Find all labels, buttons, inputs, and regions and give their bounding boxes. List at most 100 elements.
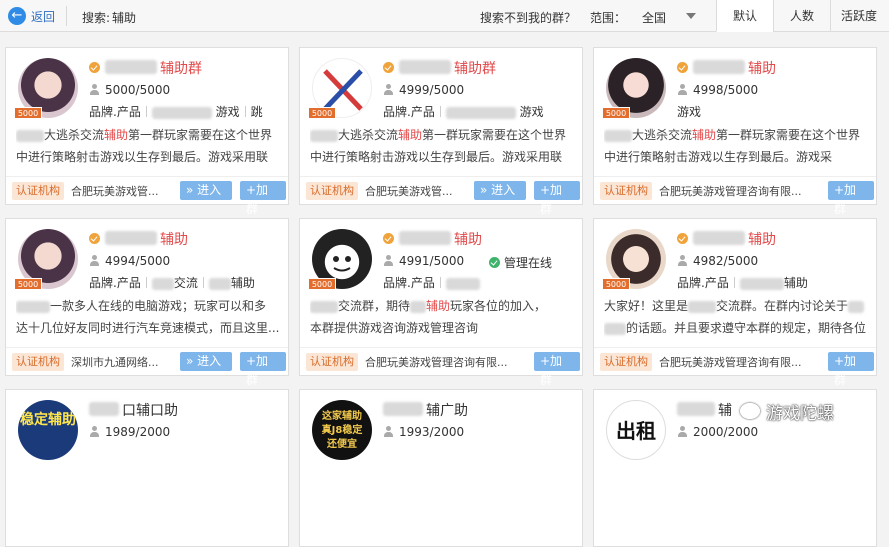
group-card[interactable]: 这家辅助 真J8稳定 还便宜 辅广助 1993/2000 (299, 389, 583, 547)
member-icon (89, 426, 100, 438)
group-tags: 品牌.产品 辅助 (677, 274, 808, 291)
join-button[interactable]: +加群 (534, 181, 580, 216)
enter-button[interactable]: » 进入 (180, 352, 232, 371)
member-icon (383, 84, 394, 96)
join-button[interactable]: +加群 (828, 181, 874, 216)
group-name[interactable]: 辅助群 (160, 58, 202, 78)
join-button[interactable]: +加群 (828, 352, 874, 387)
back-label: 返回 (31, 9, 56, 24)
range-value: 全国 (642, 11, 667, 25)
group-card[interactable]: 5000 辅助群 5000/5000 品牌.产品 游戏跳 大逃杀交流辅助第一群玩… (5, 47, 289, 216)
tag: 品牌.产品 (89, 105, 141, 119)
group-description: 大家好！这里是 交流群。在群内讨论关于 的话题。并且要求遵守本群的规定，期待各位的… (604, 295, 869, 339)
tag: 游戏 (677, 105, 702, 119)
group-card[interactable]: 5000 辅助群 4999/5000 品牌.产品 游戏 大逃杀交流辅助第一群玩家… (299, 47, 583, 216)
desc-text: 达十几位好友同时进行汽车竞速模式，而且这里... (16, 321, 280, 335)
tag-separator (145, 106, 147, 117)
verified-icon (677, 233, 688, 244)
group-card[interactable]: 稳定辅助 口辅口助 1989/2000 (5, 389, 289, 547)
desc-text: 第一群玩家需要在这个世界 (422, 128, 567, 142)
desc-highlight: 辅助 (692, 128, 717, 142)
wechat-icon (740, 403, 760, 419)
group-name[interactable]: 辅助 (454, 229, 482, 249)
group-name[interactable]: 辅助 (748, 58, 776, 78)
redacted-text (688, 300, 717, 313)
tab-activity[interactable]: 活跃度 (830, 0, 887, 32)
redacted-name (105, 231, 157, 245)
desc-text: 交流群，期待 (338, 299, 411, 313)
group-card[interactable]: 5000 辅助 4994/5000 品牌.产品 交流 辅助 一款多人在线的电脑游戏；… (5, 218, 289, 387)
desc-text: 大逃杀交流 (632, 128, 693, 142)
group-tags: 品牌.产品 游戏跳 (89, 103, 263, 120)
org-name: 合肥玩美游戏管理咨询有限... (365, 356, 508, 369)
redacted-tag (445, 106, 516, 119)
enter-button[interactable]: » 进入 (474, 181, 526, 200)
group-name[interactable]: 辅助 (160, 229, 188, 249)
org-name: 合肥玩美游戏管... (365, 185, 453, 198)
redacted-name (383, 402, 423, 416)
desc-highlight: 辅助 (426, 299, 451, 313)
range-select[interactable]: 全国 (642, 9, 700, 25)
tag: 交流 (173, 276, 198, 290)
desc-text: 中进行策略射击游戏以生存到最后。游戏采 (604, 150, 833, 164)
group-tags: 品牌.产品 游戏 (383, 103, 544, 120)
group-card[interactable]: 出租 辅 2000/2000 (593, 389, 877, 547)
member-icon (677, 426, 688, 438)
top-bar: ← 返回 搜索: 辅助 搜索不到我的群？ 范围： 全国 默认 人数 活跃度 (0, 0, 889, 32)
group-card[interactable]: 5000 辅助 4991/5000 管理在线 品牌.产品 交流群，期待 辅助玩家各… (299, 218, 583, 387)
tag-separator (244, 106, 246, 117)
group-description: 大逃杀交流辅助第一群玩家需要在这个世界 中进行策略射击游戏以生存到最后。游戏采用… (310, 124, 575, 168)
redacted-name (89, 402, 119, 416)
member-count-badge: 5000 (602, 107, 630, 119)
card-footer: 认证机构 合肥玩美游戏管理咨询有限... +加群 (300, 347, 582, 387)
group-avatar: 出租 (606, 400, 666, 460)
redacted-text (604, 129, 632, 142)
group-name[interactable]: 辅 (718, 400, 732, 420)
group-card[interactable]: 5000 辅助 4982/5000 品牌.产品 辅助 大家好！这里是 交流群。在群内… (593, 218, 877, 387)
redacted-name (399, 60, 451, 74)
tag: 品牌.产品 (383, 105, 435, 119)
group-card[interactable]: 5000 辅助 4998/5000 游戏 大逃杀交流辅助第一群玩家需要在这个世界… (593, 47, 877, 216)
group-avatar: 稳定辅助 (18, 400, 78, 460)
tab-default[interactable]: 默认 (716, 0, 773, 32)
enter-button[interactable]: » 进入 (180, 181, 232, 200)
not-found-link[interactable]: 搜索不到我的群？ (480, 9, 576, 26)
certified-badge: 认证机构 (600, 353, 652, 371)
tag-separator (439, 106, 441, 117)
join-button[interactable]: +加群 (240, 181, 286, 216)
member-count-badge: 5000 (14, 107, 42, 119)
redacted-name (693, 60, 745, 74)
desc-text: 交流群。在群内讨论关于 (716, 299, 849, 313)
redacted-text (310, 129, 338, 142)
member-count-badge: 5000 (14, 278, 42, 290)
member-count: 2000/2000 (693, 425, 759, 439)
certified-badge: 认证机构 (306, 353, 358, 371)
tab-members[interactable]: 人数 (773, 0, 830, 32)
join-button[interactable]: +加群 (240, 352, 286, 387)
desc-text: 一款多人在线的电脑游戏；玩家可以和多 (50, 299, 267, 313)
tag: 品牌.产品 (89, 276, 141, 290)
group-name[interactable]: 辅助群 (454, 58, 496, 78)
group-name[interactable]: 辅助 (748, 229, 776, 249)
group-tags: 品牌.产品 交流 辅助 (89, 274, 255, 291)
watermark-text: 游戏陀螺 (766, 403, 834, 424)
redacted-tag (739, 277, 784, 290)
desc-highlight: 辅助 (104, 128, 129, 142)
group-description: 一款多人在线的电脑游戏；玩家可以和多 达十几位好友同时进行汽车竞速模式，而且这里… (16, 295, 281, 339)
member-count: 1989/2000 (105, 425, 171, 439)
redacted-text (16, 300, 50, 313)
redacted-name (105, 60, 157, 74)
group-name[interactable]: 辅广助 (426, 400, 468, 420)
certified-badge: 认证机构 (306, 182, 358, 200)
member-count: 5000/5000 (105, 83, 171, 97)
member-count: 1993/2000 (399, 425, 465, 439)
join-button[interactable]: +加群 (534, 352, 580, 387)
org-name: 合肥玩美游戏管理咨询有限... (659, 356, 802, 369)
group-description: 大逃杀交流辅助第一群玩家需要在这个世界 中进行策略射击游戏以生存到最后。游戏采用… (16, 124, 281, 168)
back-button[interactable]: ← 返回 (8, 6, 55, 26)
group-name[interactable]: 口辅口助 (122, 400, 178, 420)
redacted-tag (208, 277, 231, 290)
tag: 跳 (250, 105, 263, 119)
redacted-text (410, 300, 427, 313)
redacted-name (399, 231, 451, 245)
